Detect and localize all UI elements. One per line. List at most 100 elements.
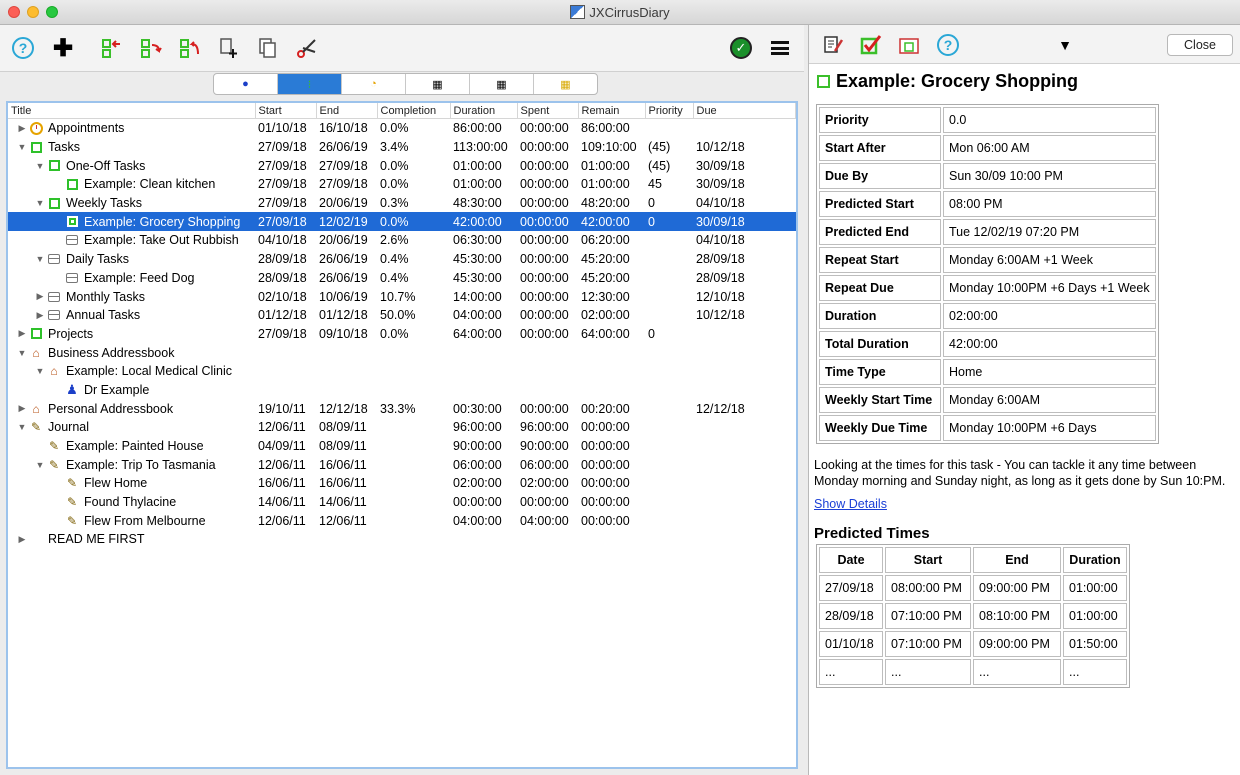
due-cell: 28/09/18 [696,252,745,267]
column-header[interactable]: Completion [377,103,451,119]
predicted-row: 28/09/18 07:10:00 PM 08:10:00 PM 01:00:00 [819,603,1127,629]
disclosure-triangle-icon[interactable]: ▼ [33,198,47,208]
column-header[interactable]: Remain [578,103,646,119]
end-cell: 08/09/11 [319,439,367,454]
end-cell: 12/02/19 [316,212,377,232]
title-wrap: ▼ One-Off Tasks [11,159,252,173]
detail-help-button[interactable]: ? [936,33,960,57]
tab-calendar-day[interactable]: ▦ [406,74,470,94]
predicted-cell: 07:10:00 PM [885,603,971,629]
disclosure-triangle-icon[interactable]: ▶ [15,534,29,545]
plus-icon: ✚ [52,34,74,62]
close-button[interactable]: Close [1167,34,1233,56]
tree-row[interactable]: ▶ Monthly Tasks 02/10/18 10/06/19 10.7% 14:00… [8,287,796,306]
tree-row[interactable]: ▶ ⌂ Personal Addressbook 19/10/11 12/12/18 33… [8,399,796,418]
disclosure-triangle-icon[interactable]: ▼ [33,161,47,171]
title-cell: ▼ ⌂ Example: Local Medical Clinic [8,362,255,381]
column-header[interactable]: Due [693,103,796,119]
sync-status-button[interactable]: ✓ [728,35,754,61]
due-cell: 30/09/18 [696,177,745,192]
spent-cell [517,362,578,381]
end-cell: 26/06/19 [319,140,368,155]
copy-button[interactable] [255,35,281,61]
cut-button[interactable] [294,35,320,61]
move-up-button[interactable] [177,35,203,61]
tree-row[interactable]: ▼ Weekly Tasks 27/09/18 20/06/19 0.3% 48:30:0… [8,194,796,213]
disclosure-triangle-icon[interactable]: ▼ [15,422,29,432]
tree-row[interactable]: ▶ Projects 27/09/18 09/10/18 0.0% 64:00:00 00:… [8,325,796,344]
tree-row[interactable]: ✎ Found Thylacine 14/06/11 14/06/11 00:00:00… [8,493,796,512]
calendar-button[interactable] [897,33,921,57]
column-header[interactable]: Spent [517,103,579,119]
remain-cell [578,381,645,400]
indent-right-button[interactable] [138,35,164,61]
add-button[interactable]: ✚ [50,34,76,62]
tree-row[interactable]: ✎ Example: Painted House 04/09/11 08/09/11 9… [8,437,796,456]
start-cell: 27/09/18 [255,212,316,232]
column-header[interactable]: Start [255,103,317,119]
tree-row[interactable]: Example: Take Out Rubbish 04/10/18 20/06/1… [8,231,796,250]
tree-row[interactable]: ✎ Flew Home 16/06/11 16/06/11 02:00:00 02:00:… [8,474,796,493]
duration-cell: 113:00:00 [453,140,508,155]
tab-calendar-month[interactable]: ▦ [534,74,597,94]
indent-left-button[interactable] [99,35,125,61]
tab-calendar-week[interactable]: ▦ [470,74,534,94]
completion-cell [377,381,450,400]
disclosure-triangle-icon[interactable]: ▶ [15,403,29,414]
view-tabs: ● ⁝ ◔ ▦ ▦ ▦ [213,73,598,95]
disclosure-triangle-icon[interactable]: ▼ [33,254,47,264]
menu-button[interactable] [767,35,793,61]
tree-row[interactable]: ▼ One-Off Tasks 27/09/18 27/09/18 0.0% 01:00:… [8,156,796,175]
completion-cell: 0.0% [377,212,450,232]
due-cell: 04/10/18 [696,196,745,211]
tree-row[interactable]: ▼ Daily Tasks 28/09/18 26/06/19 0.4% 45:30:00… [8,250,796,269]
tab-tree[interactable]: ⁝ [278,74,342,94]
task-icon [817,75,830,88]
edit-button[interactable] [821,33,845,57]
disclosure-triangle-icon[interactable]: ▶ [33,310,47,321]
tree-row[interactable]: ▼ ✎ Example: Trip To Tasmania 12/06/11 16/06… [8,455,796,474]
tree-row[interactable]: ▶ Appointments 01/10/18 16/10/18 0.0% 86:00:0… [8,119,796,138]
disclosure-triangle-icon[interactable]: ▶ [15,328,29,339]
check-circle-icon: ✓ [730,37,752,59]
disclosure-triangle-icon[interactable]: ▼ [15,348,29,358]
show-details-link[interactable]: Show Details [814,497,887,511]
tree-row[interactable]: Example: Clean kitchen 27/09/18 27/09/18 0.… [8,175,796,194]
disclosure-triangle-icon[interactable]: ▼ [33,366,47,376]
disclosure-triangle-icon[interactable]: ▼ [33,460,47,470]
remain-cell: 00:00:00 [581,513,630,528]
predicted-cell: 07:10:00 PM [885,631,971,657]
priority-cell [645,511,693,530]
dropdown-button[interactable]: ▼ [1053,33,1077,57]
start-cell: 01/10/18 [258,121,307,136]
tree-row[interactable]: Example: Feed Dog 28/09/18 26/06/19 0.4% 45:… [8,269,796,288]
disclosure-triangle-icon[interactable]: ▼ [15,142,29,152]
disclosure-triangle-icon[interactable]: ▶ [33,291,47,302]
help-button[interactable]: ? [10,35,36,61]
disclosure-triangle-icon[interactable]: ▶ [15,123,29,134]
table-header-row: Title Start End Completion Duration Spent Rema… [8,103,796,119]
tree-row[interactable]: ▼ ⌂ Example: Local Medical Clinic [8,362,796,381]
tree-row[interactable]: ▶ READ ME FIRST [8,530,796,549]
priority-cell: 0 [645,212,693,232]
tree-row[interactable]: ♟ Dr Example [8,381,796,400]
tree-row[interactable]: ▼ ✎ Journal 12/06/11 08/09/11 96:00:00 96:00:0… [8,418,796,437]
spent-cell: 06:00:00 [520,457,569,472]
tree-row[interactable]: Example: Grocery Shopping 27/09/18 12/02/1… [8,212,796,232]
tab-contacts[interactable]: ● [214,74,278,94]
tab-clock[interactable]: ◔ [342,74,406,94]
tree-row[interactable]: ▶ Annual Tasks 01/12/18 01/12/18 50.0% 04:00:… [8,306,796,325]
end-cell: 10/06/19 [319,289,368,304]
column-header[interactable]: End [316,103,378,119]
tree-row[interactable]: ▼ ⌂ Business Addressbook [8,343,796,362]
column-header[interactable]: Title [8,103,256,119]
tree-row[interactable]: ▼ Tasks 27/09/18 26/06/19 3.4% 113:00:00 00:00… [8,138,796,157]
remain-cell: 48:20:00 [581,196,630,211]
column-header[interactable]: Duration [450,103,518,119]
window-title: JXCirrusDiary [589,5,670,20]
column-header[interactable]: Priority [645,103,694,119]
complete-button[interactable] [859,33,883,57]
tree-row[interactable]: ✎ Flew From Melbourne 12/06/11 12/06/11 04:0… [8,511,796,530]
triangle-down-icon: ▼ [1058,37,1072,53]
new-child-button[interactable] [216,35,242,61]
